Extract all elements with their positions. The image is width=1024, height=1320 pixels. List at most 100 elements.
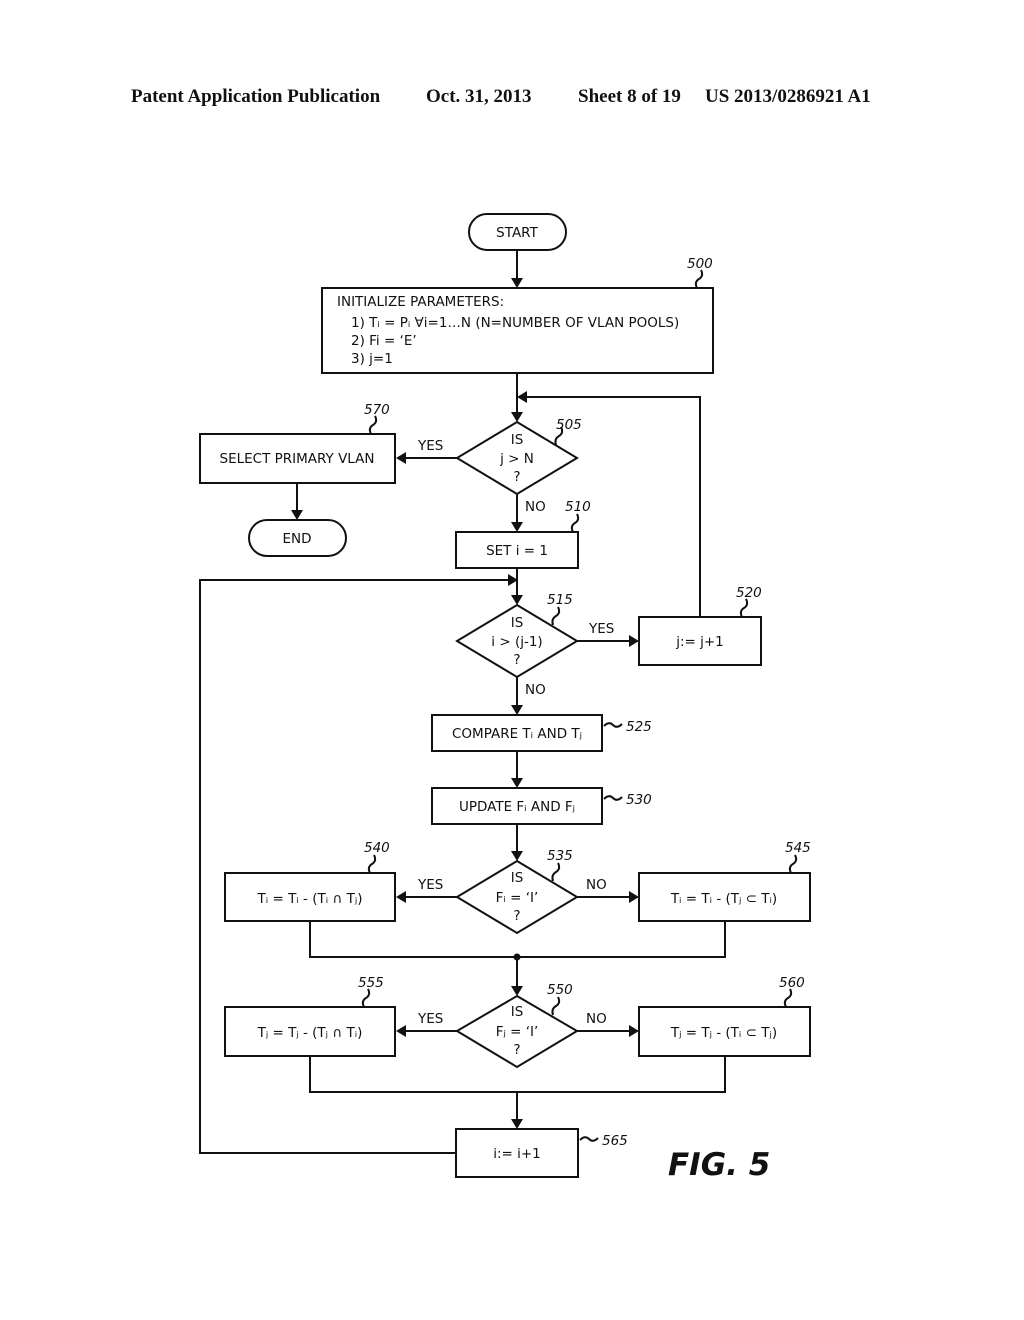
ref-leader [368,415,378,435]
increment-i-box: i:= i+1 565 [455,1128,628,1178]
arrow-head [396,452,406,464]
ref-510: 510 [565,499,591,515]
ref-leader [603,722,623,728]
ref-leader [579,1136,599,1142]
box-555-label: Tⱼ = Tⱼ - (Tⱼ ∩ Tᵢ) [257,1025,363,1041]
arrow-head [517,391,527,403]
arrow-head [511,522,523,532]
init-line-2: 2) Fi = ‘E’ [351,333,417,349]
ref-leader [783,988,793,1008]
arrow-head [396,1025,406,1037]
ref-leader [603,795,623,801]
ref-515: 515 [547,592,573,608]
ref-520: 520 [736,585,762,601]
update-label: UPDATE Fᵢ AND Fⱼ [459,799,575,815]
arrow-head [511,778,523,788]
ref-535: 535 [547,848,573,864]
compare-box: COMPARE Tᵢ AND Tⱼ 525 [431,714,652,752]
arrow-head [396,891,406,903]
edge-565-515-loop [199,579,508,1154]
ref-leader [361,988,371,1008]
arrow-head [291,510,303,520]
box-545: Tᵢ = Tᵢ - (Tⱼ ⊂ Tᵢ) 545 [638,840,811,922]
arrow-head [511,851,523,861]
ref-570: 570 [364,402,390,418]
ref-leader [570,513,580,533]
decision-535-line2: Fᵢ = ‘I’ [496,890,539,906]
decision-535-line1: IS [511,870,524,886]
arrow-head [511,412,523,422]
decision-550-line3: ? [513,1042,520,1058]
init-title: INITIALIZE PARAMETERS: [337,294,504,310]
init-line-1: 1) Tᵢ = Pᵢ ∀i=1…N (N=NUMBER OF VLAN POOL… [351,315,679,331]
ref-leader [551,862,561,882]
decision-505-line3: ? [513,469,520,485]
no-label-515: NO [525,682,546,698]
arrow-head [629,635,639,647]
end-terminal: END [248,519,347,557]
ref-leader [788,854,798,874]
arrow-head [511,1119,523,1129]
flowchart: START INITIALIZE PARAMETERS: 1) Tᵢ = Pᵢ … [199,213,811,1183]
ref-leader [551,606,561,626]
set-i-label: SET i = 1 [486,543,548,559]
box-555: Tⱼ = Tⱼ - (Tⱼ ∩ Tᵢ) 555 [224,975,396,1057]
select-primary-vlan-box: SELECT PRIMARY VLAN 570 [199,402,396,484]
no-label-535: NO [586,877,607,893]
select-primary-vlan-label: SELECT PRIMARY VLAN [220,451,375,467]
increment-j-label: j:= j+1 [675,634,724,650]
decision-535: IS Fᵢ = ‘I’ ? 535 [455,848,579,935]
box-540-label: Tᵢ = Tᵢ - (Tᵢ ∩ Tⱼ) [257,891,363,907]
decision-550-line2: Fⱼ = ‘I’ [496,1024,539,1040]
yes-label-505: YES [417,438,443,454]
end-label: END [282,531,311,547]
decision-550-line1: IS [511,1004,524,1020]
decision-515: IS i > (j-1) ? 515 [455,592,579,679]
no-label-505: NO [525,499,546,515]
edge-520-505-loop [526,396,701,617]
start-label: START [496,225,538,241]
ref-550: 550 [547,982,573,998]
decision-535-line3: ? [513,908,520,924]
set-i-box: SET i = 1 510 [455,499,591,569]
decision-505: IS j > N ? 505 [455,417,582,496]
figure-label: FIG. 5 [668,1147,770,1183]
ref-leader [739,598,749,618]
arrow-head [629,891,639,903]
compare-label: COMPARE Tᵢ AND Tⱼ [452,726,582,742]
yes-label-515: YES [588,621,614,637]
decision-505-line2: j > N [499,451,534,467]
decision-515-line1: IS [511,615,524,631]
ref-540: 540 [364,840,390,856]
ref-505: 505 [556,417,582,433]
decision-515-line3: ? [513,652,520,668]
yes-label-550: YES [417,1011,443,1027]
ref-545: 545 [785,840,811,856]
ref-530: 530 [626,792,652,808]
ref-555: 555 [358,975,384,991]
box-545-label: Tᵢ = Tᵢ - (Tⱼ ⊂ Tᵢ) [670,891,777,907]
decision-505-line1: IS [511,432,524,448]
arrow-head [629,1025,639,1037]
box-540: Tᵢ = Tᵢ - (Tᵢ ∩ Tⱼ) 540 [224,840,396,922]
ref-500: 500 [687,256,713,272]
ref-565: 565 [602,1133,628,1149]
arrow-head [511,986,523,996]
box-560: Tⱼ = Tⱼ - (Tᵢ ⊂ Tⱼ) 560 [638,975,811,1057]
decision-515-line2: i > (j-1) [491,634,542,650]
box-560-label: Tⱼ = Tⱼ - (Tᵢ ⊂ Tⱼ) [670,1025,777,1041]
ref-leader [694,269,704,289]
yes-label-535: YES [417,877,443,893]
arrow-head [511,705,523,715]
ref-leader [551,996,561,1016]
increment-i-label: i:= i+1 [493,1146,541,1162]
start-terminal: START [468,213,567,251]
init-line-3: 3) j=1 [351,351,393,367]
update-box: UPDATE Fᵢ AND Fⱼ 530 [431,787,652,825]
ref-560: 560 [779,975,805,991]
ref-525: 525 [626,719,652,735]
ref-leader [367,854,377,874]
arrow-head [511,278,523,288]
arrow-head [511,595,523,605]
no-label-550: NO [586,1011,607,1027]
